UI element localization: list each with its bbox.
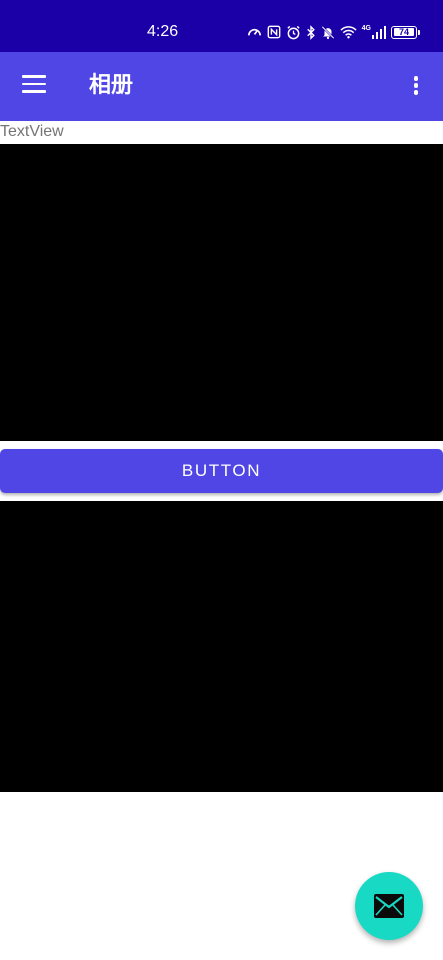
- text-view: TextView: [0, 123, 64, 140]
- speed-icon: [247, 28, 261, 35]
- battery-icon: 74: [391, 25, 420, 39]
- page-title: 相册: [89, 73, 134, 98]
- mail-fab[interactable]: [355, 872, 423, 940]
- battery-level: 74: [394, 28, 414, 37]
- alarm-icon: [287, 25, 300, 39]
- wifi-icon: [340, 26, 357, 39]
- network-type-label: 4G: [361, 24, 371, 32]
- app-toolbar: 相册: [0, 52, 443, 121]
- signal-icon: [372, 25, 386, 39]
- menu-icon[interactable]: [22, 75, 47, 97]
- status-icons: 4G 74: [247, 22, 420, 42]
- image-view-bottom: [0, 501, 443, 792]
- image-view-top: [0, 144, 443, 441]
- app-screen: 4:26 4G 74 相册 TextView BUTTON: [0, 0, 443, 960]
- mail-icon: [374, 894, 404, 918]
- more-vert-icon[interactable]: [411, 76, 421, 98]
- status-time: 4:26: [147, 23, 179, 40]
- nfc-icon: [267, 25, 281, 39]
- main-button[interactable]: BUTTON: [0, 449, 443, 493]
- bluetooth-icon: [306, 24, 315, 40]
- mute-icon: [321, 25, 335, 39]
- status-bar: 4:26 4G 74: [0, 0, 443, 52]
